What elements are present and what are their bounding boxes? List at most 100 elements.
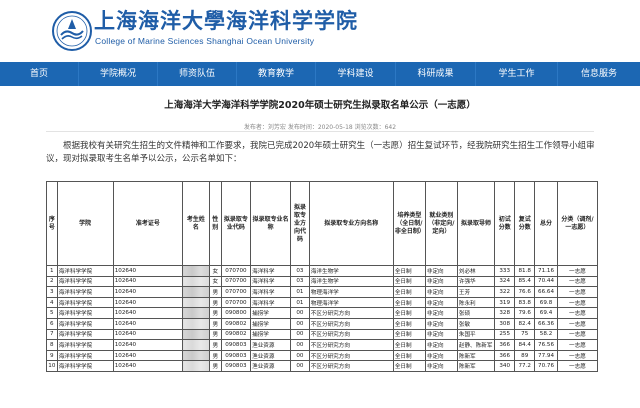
table-cell: 陈新军 [456,360,496,372]
table-cell: 76.6 [514,286,536,298]
table-cell: 01 [290,296,310,309]
redacted-name-cell [182,317,210,330]
table-cell: 非定向 [424,349,458,362]
table-cell: 77.94 [534,349,558,362]
table-cell: 女 [208,275,222,288]
site-header: 上海海洋大學海洋科学学院 College of Marine Sciences … [0,0,640,62]
table-cell: 非定向 [424,286,458,298]
table-cell: 张硕 [456,307,496,319]
table-cell: 102640 [112,349,184,362]
nav-home[interactable]: 首页 [0,62,79,86]
table-row: 6 海洋科学学院 102640 男 090802 捕捞学 00 不区分研究方向 全日制 非定向 张敏… [46,317,598,330]
table-cell: 255 [494,328,516,341]
table-cell: 7 [46,328,58,341]
table-cell: 66.64 [534,286,558,298]
table-cell: 全日制 [392,296,426,309]
table-cell: 102640 [112,317,184,330]
table-cell: 非定向 [424,275,458,288]
table-cell: 58.2 [534,328,558,341]
table-cell: 102640 [112,360,184,372]
column-header: 培养类型（全日制/非全日制） [392,181,426,266]
table-cell: 75 [514,328,536,341]
table-header: 序号 学院 准考证号 考生姓名 性别 拟录取专业代码 拟录取专业名称 拟录取专业方向代码 拟录取… [46,181,598,266]
nav-research[interactable]: 科研成果 [396,62,476,86]
table-cell: 00 [290,317,310,330]
title-divider [46,131,594,132]
college-name-cn[interactable]: 上海海洋大學海洋科学学院 [94,8,358,34]
table-cell: 366 [494,349,516,362]
column-header: 拟录取专业代码 [220,181,252,266]
table-cell: 海洋科学学院 [56,328,114,341]
table-cell: 女 [208,265,222,277]
redacted-name-cell [182,307,210,319]
table-cell: 全日制 [392,286,426,298]
nav-faculty[interactable]: 师资队伍 [158,62,237,86]
table-cell: 非定向 [424,339,458,351]
nav-student-affairs[interactable]: 学生工作 [476,62,558,86]
nav-education[interactable]: 教育教学 [237,62,316,86]
table-cell: 一志愿 [556,339,598,351]
table-cell: 男 [208,307,222,319]
table-cell: 1 [46,265,58,277]
table-cell: 全日制 [392,265,426,277]
column-header: 拟录取专业方向名称 [308,181,394,266]
table-cell: 男 [208,349,222,362]
column-header: 分类（调剂/一志愿） [556,181,598,266]
table-cell: 308 [494,317,516,330]
table-cell: 00 [290,328,310,341]
table-cell: 全日制 [392,317,426,330]
table-cell: 男 [208,317,222,330]
table-cell: 海洋科学学院 [56,317,114,330]
table-cell: 海洋科学学院 [56,286,114,298]
table-cell: 84.4 [514,339,536,351]
redacted-name-cell [182,328,210,341]
table-cell: 090802 [220,328,252,341]
table-cell: 许强华 [456,275,496,288]
table-cell: 陈新军 [456,349,496,362]
nav-discipline[interactable]: 学科建设 [316,62,396,86]
table-cell: 090803 [220,339,252,351]
table-cell: 102640 [112,339,184,351]
table-cell: 324 [494,275,516,288]
table-cell: 070700 [220,296,252,309]
table-cell: 全日制 [392,275,426,288]
table-cell: 海洋科学学院 [56,339,114,351]
table-cell: 03 [290,265,310,277]
table-cell: 海洋科学 [250,275,292,288]
article-title: 上海海洋大学海洋科学学院2020年硕士研究生拟录取名单公示（一志愿） [164,100,476,111]
table-cell: 322 [494,286,516,298]
redacted-name-cell [182,360,210,372]
table-cell: 01 [290,286,310,298]
table-cell: 00 [290,360,310,372]
table-cell: 77.2 [514,360,536,372]
table-cell: 070700 [220,286,252,298]
table-cell: 340 [494,360,516,372]
university-emblem-icon[interactable] [52,11,92,51]
table-cell: 366 [494,339,516,351]
column-header: 总分 [534,181,558,266]
table-cell: 全日制 [392,328,426,341]
table-cell: 陈永利 [456,296,496,309]
table-cell: 不区分研究方向 [308,317,394,330]
table-cell: 不区分研究方向 [308,360,394,372]
nav-college-overview[interactable]: 学院概况 [79,62,158,86]
table-cell: 8 [46,339,58,351]
table-body: 1 海洋科学学院 102640 女 070700 海洋科学 03 海洋生物学 全日制 非定向 刘必林… [46,265,598,372]
table-cell: 非定向 [424,317,458,330]
table-cell: 090800 [220,307,252,319]
article-intro: 根据我校有关研究生招生的文件精神和工作要求，我院已完成2020年硕士研究生（一志… [46,141,595,164]
table-cell: 男 [208,360,222,372]
table-cell: 海洋生物学 [308,265,394,277]
table-cell: 非定向 [424,360,458,372]
nav-info-services[interactable]: 信息服务 [558,62,640,86]
admission-table-container[interactable]: 序号 学院 准考证号 考生姓名 性别 拟录取专业代码 拟录取专业名称 拟录取专业方向代码 拟录取… [46,181,598,408]
table-cell: 渔业资源 [250,339,292,351]
table-cell: 102640 [112,328,184,341]
table-cell: 102640 [112,307,184,319]
table-cell: 6 [46,317,58,330]
table-cell: 69.4 [534,307,558,319]
table-cell: 刘必林 [456,265,496,277]
redacted-name-cell [182,349,210,362]
table-cell: 男 [208,339,222,351]
column-header: 初试分数 [494,181,516,266]
